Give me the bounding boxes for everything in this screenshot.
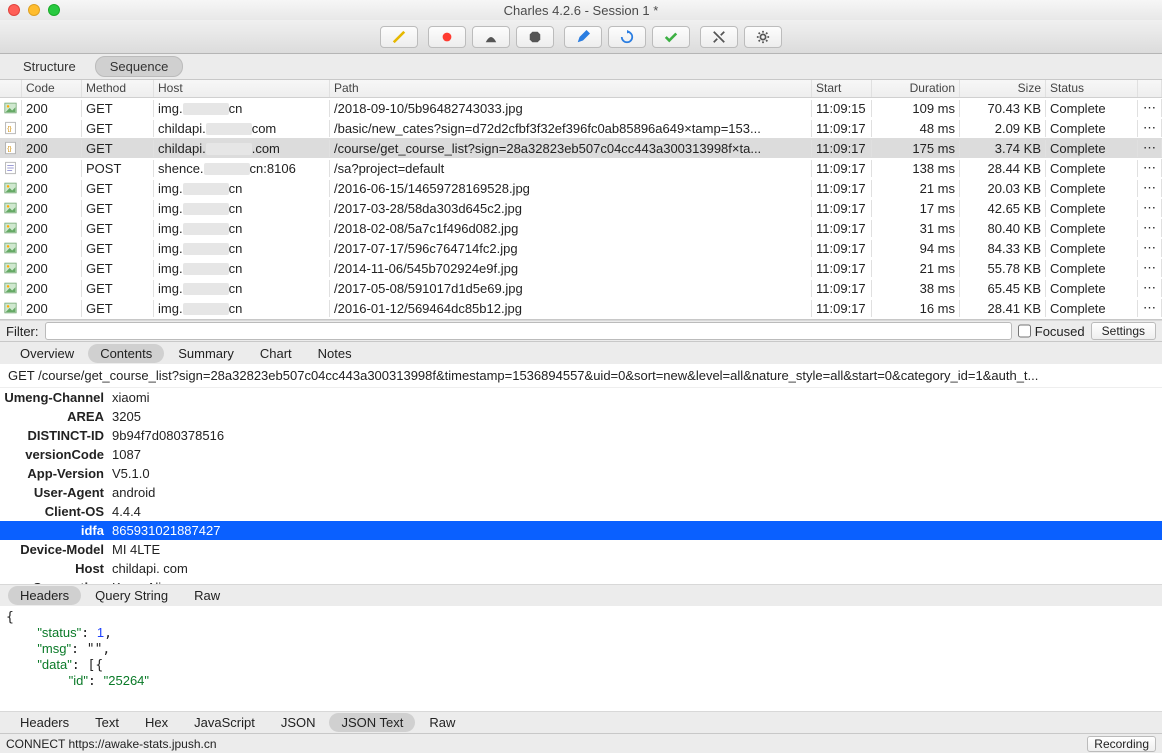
tools-button[interactable] [700, 26, 738, 48]
request-table: Code Method Host Path Start Duration Siz… [0, 80, 1162, 320]
filter-settings-button[interactable]: Settings [1091, 322, 1156, 340]
settings-button[interactable] [744, 26, 782, 48]
row-type-icon [0, 200, 22, 216]
header-row[interactable]: Client-OS4.4.4 [0, 502, 1162, 521]
row-type-icon [0, 180, 22, 196]
record-button[interactable] [428, 26, 466, 48]
table-row[interactable]: 200GETimg.cn/2016-01-12/569464dc85b12.jp… [0, 298, 1162, 318]
view-tab-sequence[interactable]: Sequence [95, 56, 184, 77]
body-tab-json-text[interactable]: JSON Text [329, 713, 415, 732]
col-method[interactable]: Method [82, 80, 154, 97]
detail-tabs: OverviewContentsSummaryChartNotes [0, 342, 1162, 364]
row-type-icon [0, 100, 22, 116]
filter-label: Filter: [6, 324, 39, 339]
row-menu-icon[interactable]: ⋯ [1138, 239, 1162, 257]
focused-checkbox[interactable]: Focused [1018, 322, 1085, 340]
contents-pane: GET /course/get_course_list?sign=28a3282… [0, 364, 1162, 733]
table-row[interactable]: 200GETimg.cn/2016-06-15/14659728169528.j… [0, 178, 1162, 198]
row-type-icon [0, 240, 22, 256]
toolbar [0, 20, 1162, 54]
body-tab-raw[interactable]: Raw [417, 713, 467, 732]
throttle-button[interactable] [472, 26, 510, 48]
header-row[interactable]: idfa865931021887427 [0, 521, 1162, 540]
request-line: GET /course/get_course_list?sign=28a3282… [0, 364, 1162, 388]
filter-input[interactable] [45, 322, 1012, 340]
row-menu-icon[interactable]: ⋯ [1138, 219, 1162, 237]
row-menu-icon[interactable]: ⋯ [1138, 179, 1162, 197]
sub-tab-raw[interactable]: Raw [182, 586, 232, 605]
table-row[interactable]: {}200GETchildapi.com/basic/new_cates?sig… [0, 118, 1162, 138]
body-tab-text[interactable]: Text [83, 713, 131, 732]
col-start[interactable]: Start [812, 80, 872, 97]
row-menu-icon[interactable]: ⋯ [1138, 159, 1162, 177]
header-row[interactable]: Device-ModelMI 4LTE [0, 540, 1162, 559]
header-row[interactable]: Umeng-Channelxiaomi [0, 388, 1162, 407]
detail-tab-summary[interactable]: Summary [166, 344, 246, 363]
table-row[interactable]: 200GETimg.cn/2017-05-08/591017d1d5e69.jp… [0, 278, 1162, 298]
row-type-icon: {} [0, 140, 22, 156]
body-tab-json[interactable]: JSON [269, 713, 328, 732]
header-row[interactable]: AREA3205 [0, 407, 1162, 426]
detail-tab-contents[interactable]: Contents [88, 344, 164, 363]
col-path[interactable]: Path [330, 80, 812, 97]
header-row[interactable]: DISTINCT-ID9b94f7d080378516 [0, 426, 1162, 445]
row-type-icon [0, 280, 22, 296]
window-title: Charles 4.2.6 - Session 1 * [0, 3, 1162, 18]
detail-tab-chart[interactable]: Chart [248, 344, 304, 363]
sub-tab-query-string[interactable]: Query String [83, 586, 180, 605]
table-row[interactable]: 200GETimg.cn/2017-07-17/596c764714fc2.jp… [0, 238, 1162, 258]
response-body-tabs: HeadersTextHexJavaScriptJSONJSON TextRaw [0, 711, 1162, 733]
body-tab-hex[interactable]: Hex [133, 713, 180, 732]
header-row[interactable]: User-Agentandroid [0, 483, 1162, 502]
broom-button[interactable] [380, 26, 418, 48]
row-type-icon [0, 160, 22, 176]
row-menu-icon[interactable]: ⋯ [1138, 99, 1162, 117]
row-menu-icon[interactable]: ⋯ [1138, 139, 1162, 157]
refresh-button[interactable] [608, 26, 646, 48]
detail-tab-notes[interactable]: Notes [306, 344, 364, 363]
request-sub-tabs: HeadersQuery StringRaw [0, 584, 1162, 606]
response-body[interactable]: { "status": 1, "msg": "", "data": [{ "id… [0, 606, 1162, 711]
row-menu-icon[interactable]: ⋯ [1138, 199, 1162, 217]
view-tabs: StructureSequence [0, 54, 1162, 80]
headers-pane[interactable]: Umeng-ChannelxiaomiAREA3205DISTINCT-ID9b… [0, 388, 1162, 584]
table-row[interactable]: 200POSTshence.cn:8106/sa?project=default… [0, 158, 1162, 178]
col-duration[interactable]: Duration [872, 80, 960, 97]
recording-badge: Recording [1087, 736, 1156, 752]
validate-button[interactable] [652, 26, 690, 48]
row-type-icon [0, 300, 22, 316]
table-row[interactable]: 200GETimg.cn/2014-11-06/545b702924e9f.jp… [0, 258, 1162, 278]
sub-tab-headers[interactable]: Headers [8, 586, 81, 605]
row-type-icon [0, 260, 22, 276]
col-host[interactable]: Host [154, 80, 330, 97]
row-menu-icon[interactable]: ⋯ [1138, 279, 1162, 297]
table-row[interactable]: {}200GETchildapi..com/course/get_course_… [0, 138, 1162, 158]
row-type-icon [0, 220, 22, 236]
detail-tab-overview[interactable]: Overview [8, 344, 86, 363]
body-tab-headers[interactable]: Headers [8, 713, 81, 732]
status-left: CONNECT https://awake-stats.jpush.cn [6, 737, 217, 751]
view-tab-structure[interactable]: Structure [8, 56, 91, 77]
stop-button[interactable] [516, 26, 554, 48]
edit-button[interactable] [564, 26, 602, 48]
col-code[interactable]: Code [22, 80, 82, 97]
header-row[interactable]: versionCode1087 [0, 445, 1162, 464]
header-row[interactable]: App-VersionV5.1.0 [0, 464, 1162, 483]
table-body[interactable]: 200GETimg.cn/2018-09-10/5b96482743033.jp… [0, 98, 1162, 319]
row-menu-icon[interactable]: ⋯ [1138, 259, 1162, 277]
header-row[interactable]: Hostchildapi. com [0, 559, 1162, 578]
statusbar: CONNECT https://awake-stats.jpush.cn Rec… [0, 733, 1162, 753]
row-menu-icon[interactable]: ⋯ [1138, 299, 1162, 317]
row-menu-icon[interactable]: ⋯ [1138, 119, 1162, 137]
col-size[interactable]: Size [960, 80, 1046, 97]
table-row[interactable]: 200GETimg.cn/2018-09-10/5b96482743033.jp… [0, 98, 1162, 118]
titlebar: Charles 4.2.6 - Session 1 * [0, 0, 1162, 20]
table-row[interactable]: 200GETimg.cn/2018-02-08/5a7c1f496d082.jp… [0, 218, 1162, 238]
table-row[interactable]: 200GETimg.cn/2017-03-28/58da303d645c2.jp… [0, 198, 1162, 218]
row-type-icon: {} [0, 120, 22, 136]
table-header: Code Method Host Path Start Duration Siz… [0, 80, 1162, 98]
col-status[interactable]: Status [1046, 80, 1138, 97]
body-tab-javascript[interactable]: JavaScript [182, 713, 267, 732]
filter-row: Filter: Focused Settings [0, 320, 1162, 342]
